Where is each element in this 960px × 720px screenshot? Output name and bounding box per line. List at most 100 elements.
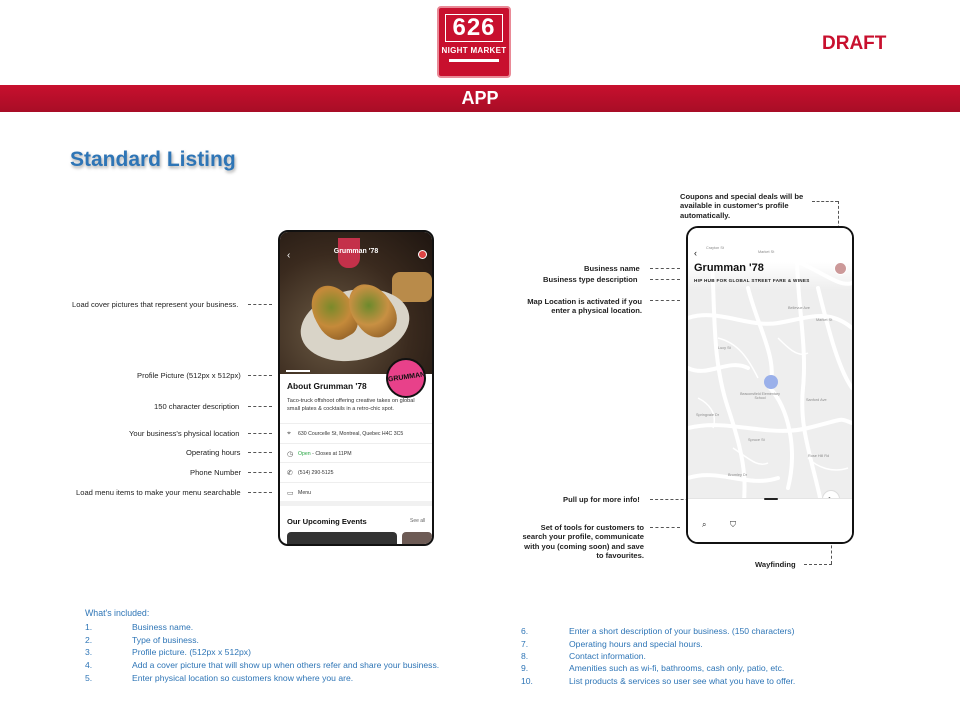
callout-phone: Phone Number <box>190 468 242 477</box>
callout-line <box>248 406 272 407</box>
callout-line <box>650 279 680 280</box>
list-number: 5. <box>85 673 93 683</box>
phone-text: (514) 290-5125 <box>298 470 334 476</box>
back-arrow-icon[interactable]: ‹ <box>694 248 697 258</box>
callout-coupons: Coupons and special deals will be availa… <box>680 192 804 220</box>
list-text: Enter physical location so customers kno… <box>132 673 354 683</box>
road-label: Rose Hill Rd <box>808 454 830 458</box>
list-text: Enter a short description of your busine… <box>569 626 795 636</box>
address-text: 630 Courcelle St, Montreal, Quebec H4C 3… <box>298 431 404 437</box>
callout-line <box>248 452 272 453</box>
list-text: Add a cover picture that will show up wh… <box>132 660 440 670</box>
hours-text: Open - Closes at 11PM <box>298 451 352 457</box>
address-row[interactable]: ⌖ 630 Courcelle St, Montreal, Quebec H4C… <box>280 423 432 443</box>
events-title: Our Upcoming Events <box>287 517 367 526</box>
list-text: Profile picture. (512px x 512px) <box>132 647 251 657</box>
road-label: Crayton St <box>706 246 724 250</box>
phone-icon: ✆ <box>287 470 293 477</box>
callout-line <box>804 564 832 565</box>
page-title: Standard Listing <box>70 148 236 171</box>
callout-hours: Operating hours <box>186 448 241 457</box>
hours-row[interactable]: ◷ Open - Closes at 11PM <box>280 443 432 463</box>
list-text: Operating hours and special hours. <box>569 639 703 649</box>
list-number: 6. <box>521 626 529 636</box>
callout-profile-picture: Profile Picture (512px x 512px) <box>137 371 241 380</box>
pin-label: Beaconsfield Elementary School <box>740 392 780 401</box>
list-number: 8. <box>521 651 529 661</box>
event-card[interactable] <box>402 532 432 544</box>
list-text: Type of business. <box>132 635 199 645</box>
hours-detail: - Closes at 11PM <box>310 451 352 457</box>
cover-title: Grumman '78 <box>333 248 379 255</box>
callout-line <box>812 201 838 202</box>
road-label: Lucy St <box>718 346 731 350</box>
road-label: Bromley Dr <box>728 473 747 477</box>
pull-up-handle[interactable] <box>764 498 778 500</box>
map-phone-mockup: Crayton St Market St Bellevue Ave Market… <box>686 226 854 544</box>
list-number: 2. <box>85 635 93 645</box>
callout-description: 150 character description <box>154 402 240 411</box>
callout-wayfinding: Wayfinding <box>755 560 796 569</box>
list-text: Contact information. <box>569 651 646 661</box>
list-number: 7. <box>521 639 529 649</box>
road-label: Sanford Ave <box>806 398 827 402</box>
callout-line <box>650 268 680 269</box>
list-number: 4. <box>85 660 93 670</box>
callout-line <box>248 472 272 473</box>
callout-line <box>248 492 272 493</box>
menu-text: Menu <box>298 490 311 496</box>
callout-line <box>650 300 680 301</box>
listing-phone-mockup: ‹ Grumman '78 GRUMMAN About Grumman '78 … <box>278 230 434 546</box>
included-title: What's included: <box>85 608 150 618</box>
bookmark-icon[interactable]: ⛉ <box>730 520 736 530</box>
bottom-tray[interactable] <box>688 498 852 542</box>
list-number: 9. <box>521 663 529 673</box>
open-status: Open <box>298 451 311 457</box>
event-card[interactable] <box>287 532 397 544</box>
business-description: Taco-truck offshoot offering creative ta… <box>287 398 415 412</box>
callout-location: Your business's physical location <box>129 429 240 438</box>
road-label: Market St <box>758 250 775 254</box>
profile-picture-text: GRUMMAN <box>387 371 426 384</box>
road-label: Springvale Dr <box>696 413 720 417</box>
road-label: Market St <box>816 318 833 322</box>
draft-label: DRAFT <box>822 33 887 54</box>
road-label: Bellevue Ave <box>788 306 810 310</box>
menu-row[interactable]: ▭ Menu <box>280 482 432 502</box>
list-number: 1. <box>85 622 93 632</box>
band-title: APP <box>461 88 499 108</box>
logo: 626 NIGHT MARKET <box>437 6 511 78</box>
profile-picture: GRUMMAN <box>386 358 426 398</box>
callout-line <box>248 433 272 434</box>
business-type: HIP HUB FOR GLOBAL STREET FARE & WINES <box>694 278 810 283</box>
logo-subtitle: NIGHT MARKET <box>441 46 507 55</box>
business-name: Grumman '78 <box>694 262 764 274</box>
avatar[interactable] <box>418 250 427 259</box>
clock-icon: ◷ <box>287 451 294 458</box>
list-text: Business name. <box>132 622 194 632</box>
list-number: 3. <box>85 647 93 657</box>
phone-row[interactable]: ✆ (514) 290-5125 <box>280 462 432 482</box>
callout-line <box>650 527 680 528</box>
about-title: About Grumman '78 <box>287 381 367 391</box>
callout-business-name: Business name <box>584 264 640 273</box>
callout-map-location: Map Location is activated if you enter a… <box>527 297 642 316</box>
avatar[interactable] <box>834 262 847 275</box>
callout-tools: Set of tools for customers to search you… <box>522 523 644 561</box>
search-icon[interactable]: ⌕ <box>702 520 706 530</box>
menu-book-icon: ▭ <box>287 490 294 497</box>
carousel-indicator <box>286 370 310 372</box>
callout-business-type: Business type description <box>543 275 638 284</box>
list-text: List products & services so user see wha… <box>569 676 796 686</box>
see-all-link[interactable]: See all <box>410 518 425 524</box>
callout-line <box>248 375 272 376</box>
location-pin-icon: ⌖ <box>287 430 291 437</box>
list-number: 10. <box>521 676 533 686</box>
location-pin[interactable] <box>764 375 778 389</box>
callout-menu: Load menu items to make your menu search… <box>76 488 241 497</box>
divider <box>280 501 432 506</box>
callout-pull-up: Pull up for more info! <box>563 495 640 504</box>
logo-underline <box>449 59 499 62</box>
list-text: Amenities such as wi-fi, bathrooms, cash… <box>569 663 785 673</box>
logo-number: 626 <box>445 14 503 42</box>
